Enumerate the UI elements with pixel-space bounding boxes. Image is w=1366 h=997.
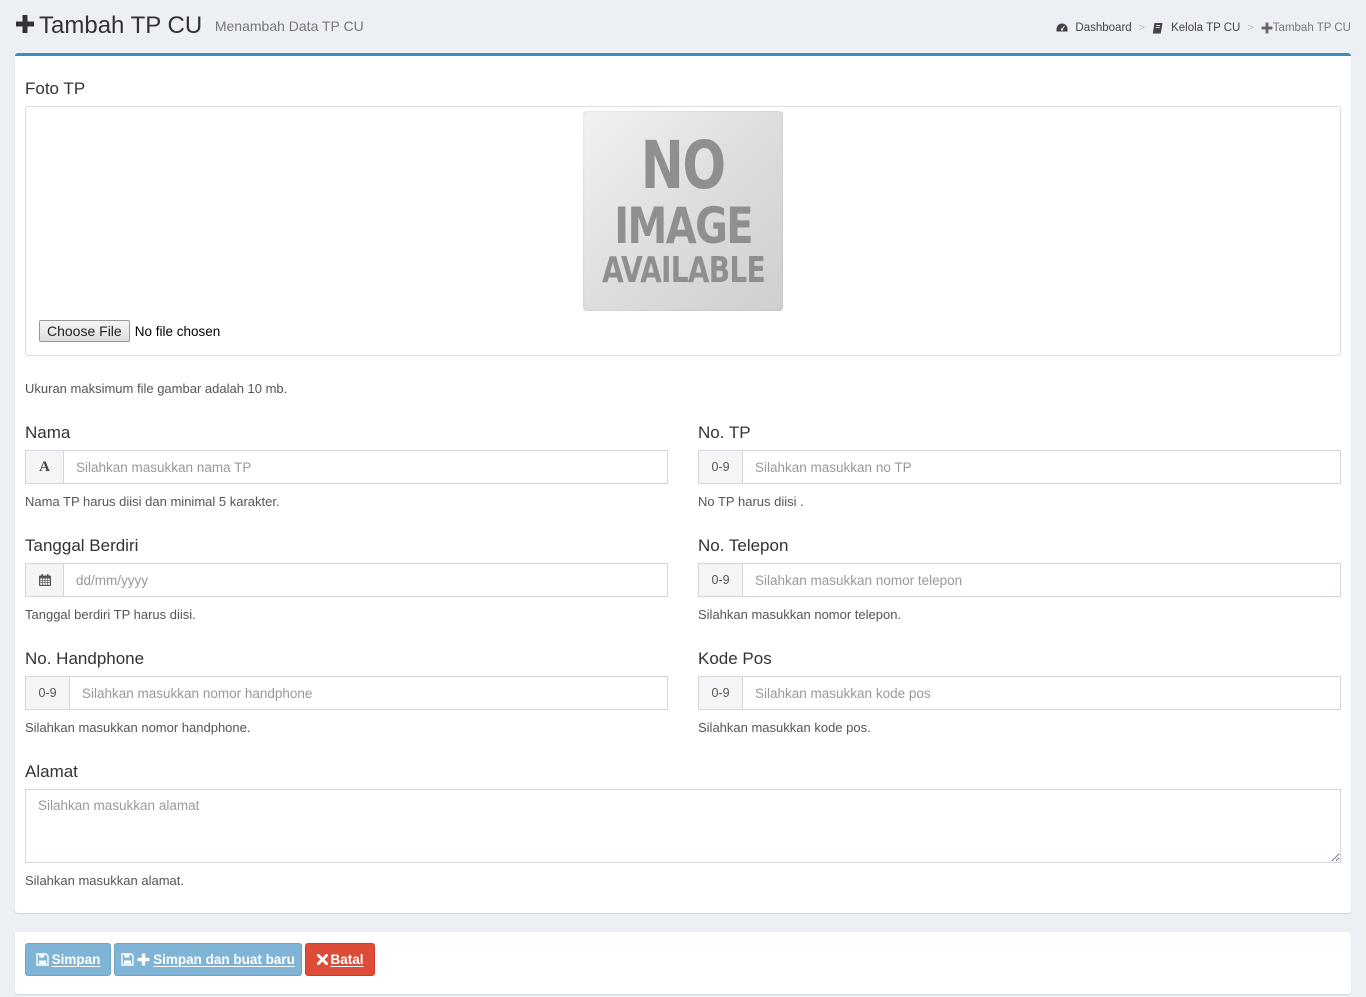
no-handphone-label: No. Handphone: [25, 649, 145, 668]
batal-label: Batal: [330, 952, 364, 967]
alamat-help: Silahkan masukkan alamat.: [25, 873, 184, 888]
foto-label: Foto TP: [25, 79, 86, 98]
breadcrumb-tambah-label: Tambah TP CU: [1272, 22, 1351, 34]
kode-pos-input-group: 0-9: [698, 676, 1341, 710]
no-image-text-line2: IMAGE: [614, 197, 753, 255]
nama-label: Nama: [25, 423, 71, 442]
content-header: Tambah TP CU Menambah Data TP CU Dashboa…: [15, 10, 1351, 44]
tanggal-berdiri-input[interactable]: [64, 564, 667, 596]
plus-icon: [137, 953, 150, 966]
nama-input[interactable]: [64, 451, 667, 483]
kode-pos-help: Silahkan masukkan kode pos.: [698, 720, 871, 735]
page-title-text: Tambah TP CU: [39, 12, 203, 39]
simpan-dan-buat-baru-button[interactable]: Simpan dan buat baru: [114, 943, 302, 976]
close-icon: [316, 953, 329, 966]
no-telepon-label: No. Telepon: [698, 536, 789, 555]
simpan-dan-buat-baru-label: Simpan dan buat baru: [153, 952, 295, 967]
tanggal-berdiri-help: Tanggal berdiri TP harus diisi.: [25, 607, 196, 622]
plus-icon: [15, 13, 35, 33]
no-telepon-input[interactable]: [743, 564, 1340, 596]
breadcrumb-separator: >: [1247, 22, 1254, 34]
breadcrumb-dashboard-label: Dashboard: [1075, 22, 1132, 34]
no-image-text-line3: AVAILABLE: [601, 250, 766, 291]
alamat-label: Alamat: [25, 762, 78, 781]
number-addon: 0-9: [26, 677, 70, 709]
no-telepon-help: Silahkan masukkan nomor telepon.: [698, 607, 902, 622]
breadcrumb-dashboard[interactable]: Dashboard: [1056, 22, 1132, 34]
form-box: Foto TP NO IMAGE AVAILABLE Choose File N…: [15, 53, 1351, 913]
breadcrumb-tambah: Tambah TP CU: [1261, 22, 1351, 34]
no-image-text-line1: NO: [641, 127, 726, 204]
save-icon: [35, 953, 49, 966]
no-telepon-input-group: 0-9: [698, 563, 1341, 597]
choose-file-button[interactable]: Choose File: [39, 320, 130, 342]
no-handphone-input[interactable]: [70, 677, 667, 709]
save-icon: [121, 953, 134, 966]
alamat-textarea[interactable]: [25, 789, 1341, 863]
simpan-label: Simpan: [51, 952, 101, 967]
tanggal-berdiri-input-group: [25, 563, 668, 597]
photo-upload-area: NO IMAGE AVAILABLE Choose File No file c…: [25, 106, 1341, 356]
breadcrumb: Dashboard > Kelola TP CU > Tambah TP CU: [1056, 22, 1351, 34]
no-tp-help: No TP harus diisi .: [698, 494, 804, 509]
nama-input-group: A: [25, 450, 668, 484]
foto-help: Ukuran maksimum file gambar adalah 10 mb…: [25, 381, 288, 396]
page-title: Tambah TP CU Menambah Data TP CU: [15, 12, 364, 40]
number-addon: 0-9: [699, 677, 743, 709]
no-handphone-help: Silahkan masukkan nomor handphone.: [25, 720, 251, 735]
breadcrumb-separator: >: [1138, 22, 1146, 34]
no-image-placeholder: NO IMAGE AVAILABLE: [583, 111, 783, 311]
file-input[interactable]: Choose File No file chosen: [39, 320, 220, 342]
no-tp-input-group: 0-9: [698, 450, 1341, 484]
tanggal-berdiri-label: Tanggal Berdiri: [25, 536, 139, 555]
number-addon: 0-9: [699, 564, 743, 596]
form-actions: Simpan Simpan dan buat baru Batal: [15, 932, 1351, 994]
plus-icon: [1261, 22, 1273, 34]
number-addon: 0-9: [699, 451, 743, 483]
no-tp-label: No. TP: [698, 423, 751, 442]
no-tp-input[interactable]: [743, 451, 1340, 483]
batal-button[interactable]: Batal: [305, 943, 375, 976]
kode-pos-input[interactable]: [743, 677, 1340, 709]
no-handphone-input-group: 0-9: [25, 676, 668, 710]
nama-help: Nama TP harus diisi dan minimal 5 karakt…: [25, 494, 280, 509]
calendar-icon: [26, 564, 64, 596]
font-icon: A: [26, 451, 64, 483]
simpan-button[interactable]: Simpan: [25, 943, 111, 976]
breadcrumb-kelola-label: Kelola TP CU: [1171, 22, 1241, 34]
page-subtitle: Menambah Data TP CU: [214, 18, 364, 34]
dashboard-icon: [1056, 22, 1068, 34]
book-icon: [1152, 22, 1164, 34]
file-status: No file chosen: [134, 323, 221, 339]
kode-pos-label: Kode Pos: [698, 649, 772, 668]
breadcrumb-kelola[interactable]: Kelola TP CU: [1152, 22, 1240, 34]
